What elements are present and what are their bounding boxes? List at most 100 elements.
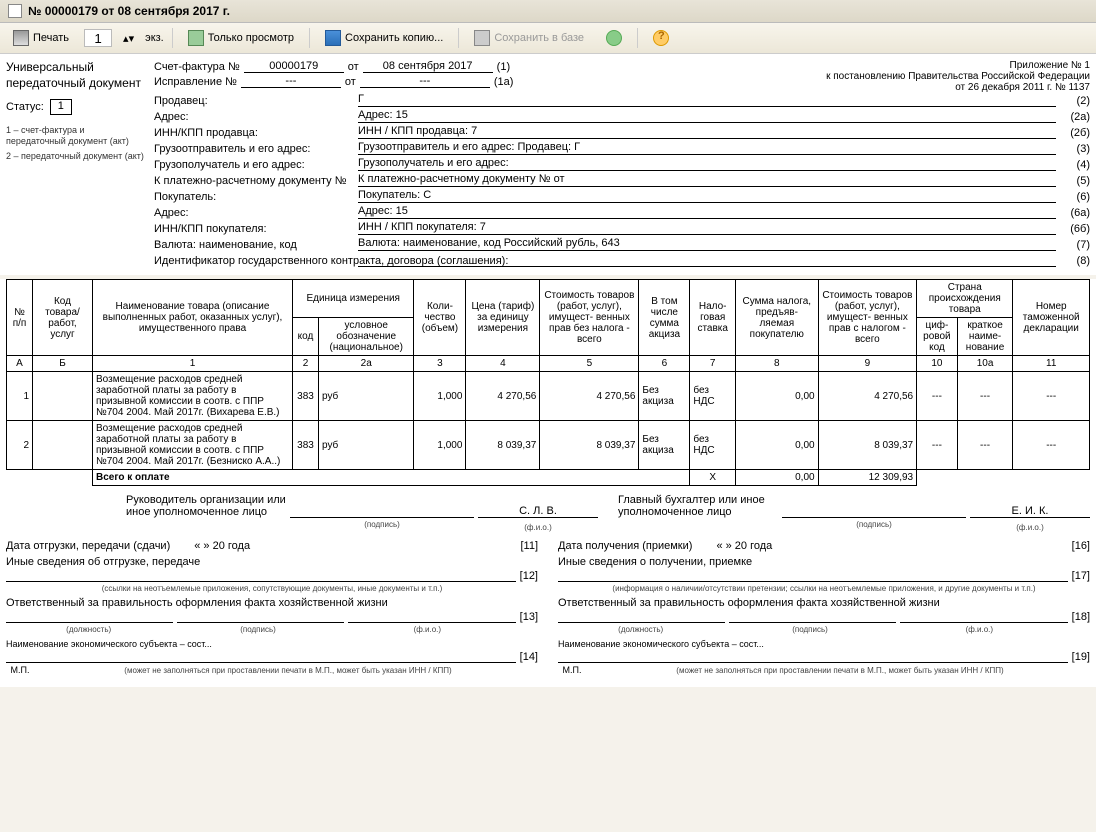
invoice-label: Счет-фактура №: [154, 61, 240, 73]
n12: [12]: [520, 570, 538, 582]
correction-suffix: (1а): [494, 76, 514, 88]
view-only-label: Только просмотр: [208, 32, 294, 44]
view-only-button[interactable]: Только просмотр: [181, 27, 301, 49]
resp-right: Ответственный за правильность оформления…: [558, 597, 940, 609]
cell-sum-tax: 8 039,37: [818, 421, 917, 470]
resp-pos-r: [558, 611, 725, 623]
econ-right: Наименование экономического субъекта – с…: [558, 639, 1090, 649]
cell-n: 2: [7, 421, 33, 470]
items-table: № п/п Код товара/ работ, услуг Наименова…: [6, 279, 1090, 486]
other-recv-label: Иные сведения о получении, приемке: [558, 556, 752, 568]
field-suffix: (2а): [1060, 111, 1090, 123]
field-label: ИНН/КПП продавца:: [154, 127, 354, 139]
mp-left: М.П.: [6, 665, 34, 675]
copies-unit: экз.: [145, 32, 164, 44]
resp-pos-l: [6, 611, 173, 623]
th-code: Код товара/ работ, услуг: [33, 280, 93, 356]
cell-decl: ---: [1013, 421, 1090, 470]
window-title: № 00000179 от 08 сентября 2017 г.: [28, 4, 230, 18]
nr-a: А: [7, 356, 33, 372]
refresh-icon: [606, 30, 622, 46]
field-row-inn_seller: ИНН/КПП продавца: ИНН / КПП продавца: 7 (2…: [154, 125, 1090, 139]
copies-input[interactable]: [84, 29, 112, 47]
attach-line-2: к постановлению Правительства Российской…: [826, 71, 1090, 82]
field-suffix: (8): [1060, 255, 1090, 267]
print-button[interactable]: Печать: [6, 27, 76, 49]
field-row-inn_buyer: ИНН/КПП покупателя:ИНН / КПП покупателя:…: [154, 221, 1090, 235]
copies-stepper[interactable]: ▴▾: [120, 31, 137, 46]
signatures-block: Руководитель организации или иное уполно…: [0, 486, 1096, 687]
cell-code: [33, 421, 93, 470]
cell-price: 8 039,37: [466, 421, 540, 470]
from-label: от: [348, 61, 359, 73]
field-suffix: (6): [1060, 191, 1090, 203]
nr-b: Б: [33, 356, 93, 372]
cell-rate: без НДС: [690, 421, 736, 470]
document-area: Универсальный передаточный документ Стат…: [0, 54, 1096, 275]
th-ccode: циф- ровой код: [917, 318, 958, 356]
field-row-buyer_addr: Адрес:Адрес: 15(6а): [154, 205, 1090, 219]
field-row-shipper: Грузоотправитель и его адрес:Грузоотправ…: [154, 141, 1090, 155]
doc-type-title: Универсальный передаточный документ: [6, 60, 146, 91]
th-ucode: код: [293, 318, 319, 356]
field-row-seller: Продавец:Г(2): [154, 93, 1090, 107]
field-suffix: (6а): [1060, 207, 1090, 219]
cell-uname: руб: [319, 372, 414, 421]
separator: [172, 28, 173, 48]
cell-ccode: ---: [917, 421, 958, 470]
th-decl: Номер таможенной декларации: [1013, 280, 1090, 356]
table-area: № п/п Код товара/ работ, услуг Наименова…: [0, 279, 1096, 486]
cell-code: [33, 372, 93, 421]
header-block: Счет-фактура № 00000179 от 08 сентября 2…: [154, 60, 1090, 93]
glavbuh-fio: Е. И. К.: [970, 505, 1090, 518]
titlebar: № 00000179 от 08 сентября 2017 г.: [0, 0, 1096, 23]
resp-fio-r: [900, 611, 1067, 623]
cell-tax: 0,00: [736, 372, 819, 421]
econ-field-r: [558, 651, 1068, 663]
cell-sum-notax: 4 270,56: [540, 372, 639, 421]
n16: [16]: [1072, 540, 1090, 552]
save-db-button[interactable]: Сохранить в базе: [467, 27, 591, 49]
field-label: Грузополучатель и его адрес:: [154, 159, 354, 171]
cell-excise: Без акциза: [639, 421, 690, 470]
rukovod-label: Руководитель организации или иное уполно…: [126, 494, 286, 518]
n14: [14]: [520, 651, 538, 663]
total-label: Всего к оплате: [93, 470, 690, 486]
recv-date-label: Дата получения (приемки): [558, 540, 692, 552]
cell-name: Возмещение расходов средней заработной п…: [93, 421, 293, 470]
separator: [458, 28, 459, 48]
cell-ucode: 383: [293, 421, 319, 470]
th-qty: Коли- чество (объем): [414, 280, 466, 356]
field-suffix: (5): [1060, 175, 1090, 187]
cell-price: 4 270,56: [466, 372, 540, 421]
field-label: Грузоотправитель и его адрес:: [154, 143, 354, 155]
save-copy-button[interactable]: Сохранить копию...: [318, 27, 450, 49]
field-value: Валюта: наименование, код Российский руб…: [358, 237, 1056, 251]
cell-decl: ---: [1013, 372, 1090, 421]
nr-6: 6: [639, 356, 690, 372]
resp-sign-r: [729, 611, 896, 623]
print-label: Печать: [33, 32, 69, 44]
nr-9: 9: [818, 356, 917, 372]
field-suffix: (7): [1060, 239, 1090, 251]
th-sum-notax: Стоимость товаров (работ, услуг), имущес…: [540, 280, 639, 356]
nr-5: 5: [540, 356, 639, 372]
th-excise: В том числе сумма акциза: [639, 280, 690, 356]
ship-date-label: Дата отгрузки, передачи (сдачи): [6, 540, 170, 552]
field-suffix: (4): [1060, 159, 1090, 171]
th-name: Наименование товара (описание выполненны…: [93, 280, 293, 356]
nr-2a: 2а: [319, 356, 414, 372]
glavbuh-sign: [782, 506, 966, 518]
save-db-label: Сохранить в базе: [494, 32, 584, 44]
field-suffix: (3): [1060, 143, 1090, 155]
mp-right: М.П.: [558, 665, 586, 675]
field-suffix: (2б): [1060, 127, 1090, 139]
nr-8: 8: [736, 356, 819, 372]
other-recv-field: [558, 570, 1068, 582]
help-button[interactable]: [646, 27, 676, 49]
n13: [13]: [520, 611, 538, 623]
save-icon: [325, 30, 341, 46]
refresh-button[interactable]: [599, 27, 629, 49]
field-label: Идентификатор государственного контракта…: [154, 255, 354, 267]
field-value: ИНН / КПП продавца: 7: [358, 125, 1056, 139]
